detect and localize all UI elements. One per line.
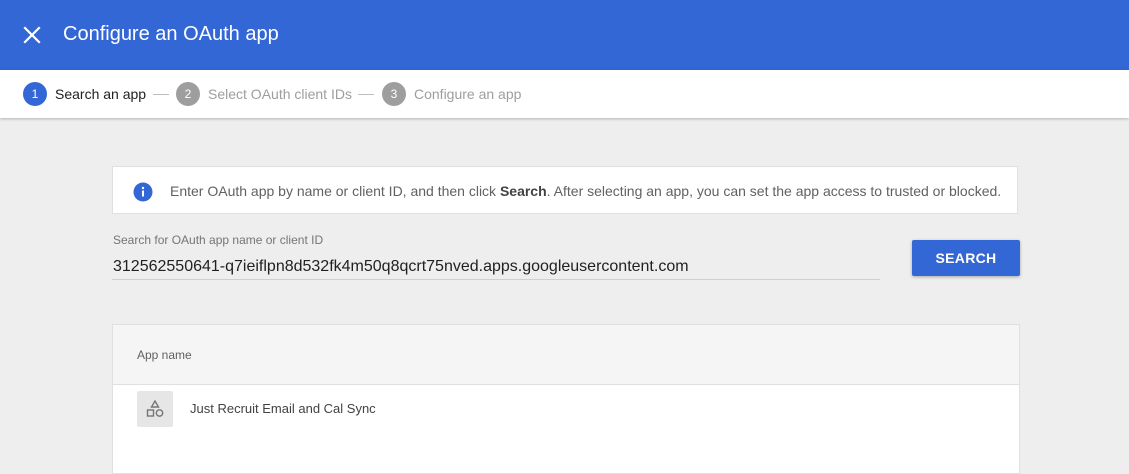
search-button[interactable]: SEARCH <box>912 240 1020 276</box>
close-icon[interactable] <box>18 21 46 49</box>
app-name: Just Recruit Email and Cal Sync <box>190 401 376 416</box>
step-label: Select OAuth client IDs <box>208 86 352 102</box>
step-number: 3 <box>382 82 406 106</box>
step-separator <box>153 94 169 95</box>
search-input[interactable] <box>112 254 880 280</box>
info-text-bold: Search <box>499 183 547 199</box>
results-table: App name Just Recruit Email and Cal Sync <box>112 324 1020 474</box>
column-header-app-name: App name <box>137 348 192 362</box>
step-label: Configure an app <box>414 86 522 102</box>
step-configure-an-app: 3 Configure an app <box>382 82 521 106</box>
info-banner: Enter OAuth app by name or client ID, an… <box>112 166 1018 214</box>
step-separator <box>358 94 374 95</box>
step-number: 2 <box>176 82 200 106</box>
info-text: Enter OAuth app by name or client ID, an… <box>170 183 1002 199</box>
info-icon <box>133 182 153 202</box>
stepper: 1 Search an app 2 Select OAuth client ID… <box>0 70 1129 118</box>
step-search-an-app: 1 Search an app <box>23 82 146 106</box>
page-title: Configure an OAuth app <box>63 23 279 45</box>
table-row[interactable]: Just Recruit Email and Cal Sync <box>113 385 1019 441</box>
step-number: 1 <box>23 82 47 106</box>
search-label: Search for OAuth app name or client ID <box>113 233 324 247</box>
table-header: App name <box>113 325 1019 385</box>
step-select-oauth-client-ids: 2 Select OAuth client IDs <box>176 82 352 106</box>
top-app-bar: Configure an OAuth app <box>0 0 1129 70</box>
step-label: Search an app <box>55 86 147 102</box>
app-shapes-icon <box>137 391 173 427</box>
